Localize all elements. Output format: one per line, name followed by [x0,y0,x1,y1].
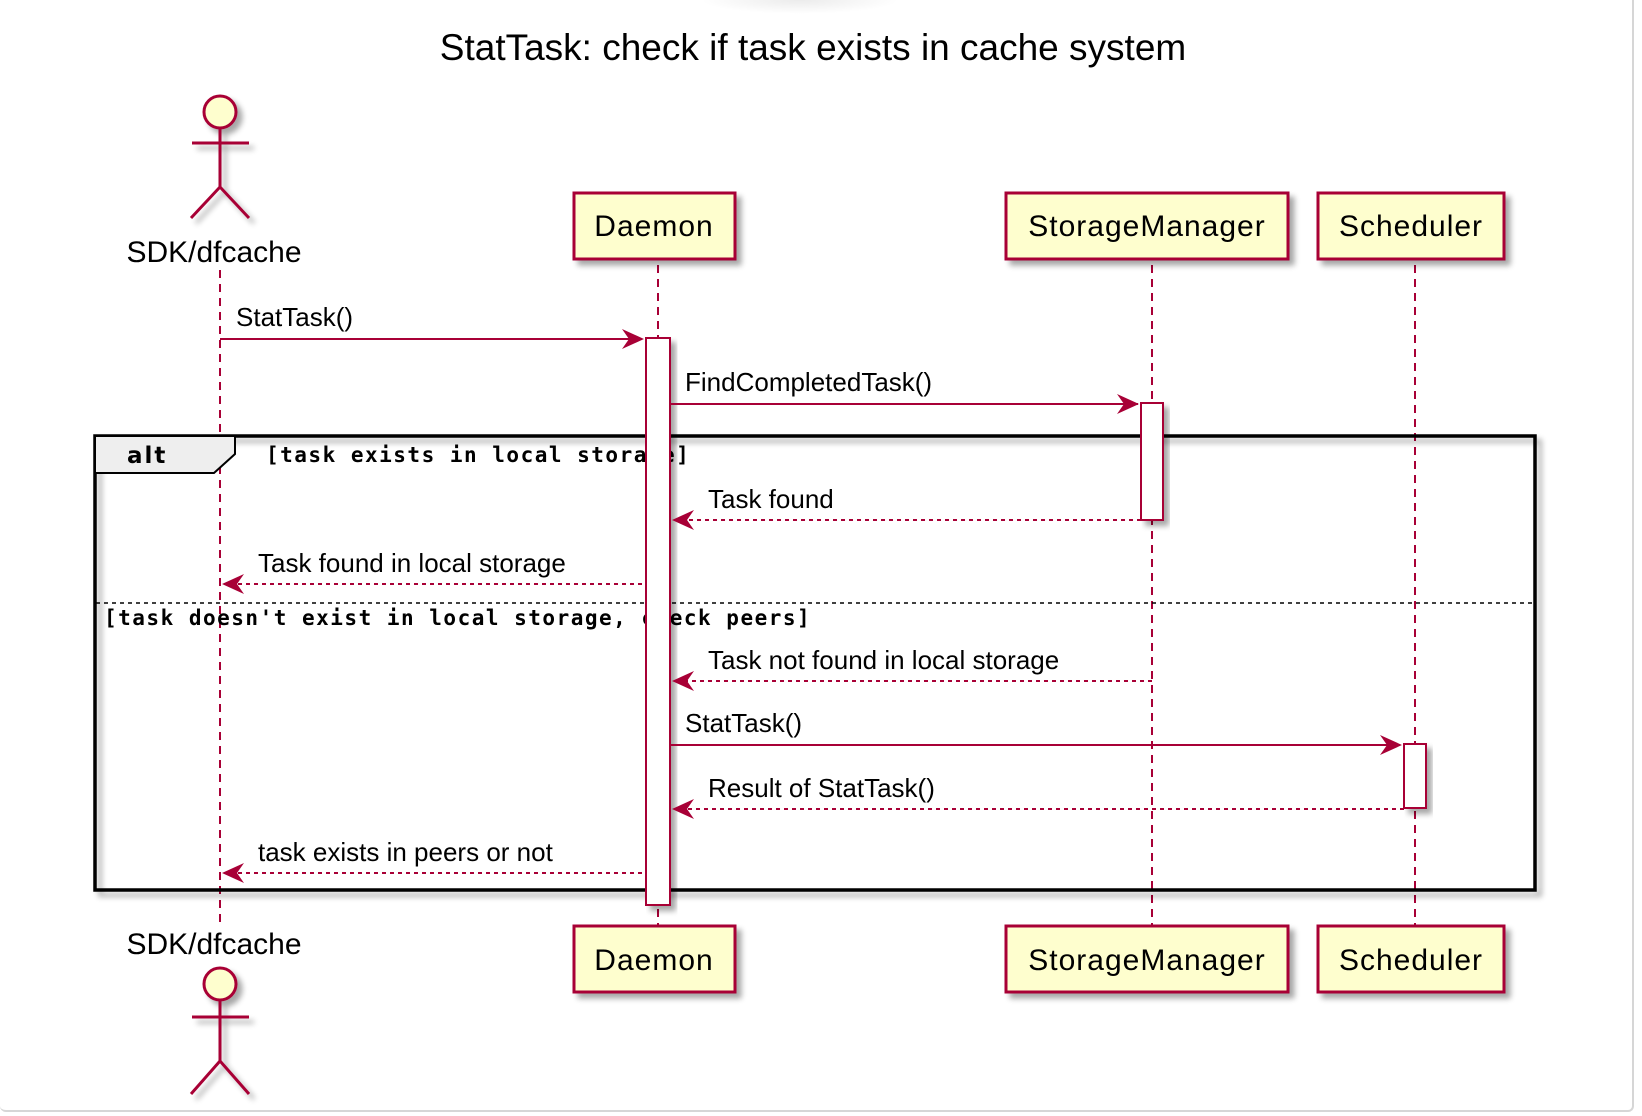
actor-icon [202,94,238,130]
sequence-diagram: StatTask: check if task exists in cache … [93,27,1537,1095]
diagram-title: StatTask: check if task exists in cache … [440,27,1186,68]
participant-label-sdk-top: SDK/dfcache [126,236,301,269]
message-stattask: StatTask() [220,302,644,349]
participant-label-daemon-bottom: Daemon [594,944,713,977]
message-label: Result of StatTask() [708,773,935,803]
alt-condition-1: [task exists in local storage] [266,443,690,467]
bottom-participants: SDK/dfcache Daemon StorageManager Schedu… [126,924,1506,1095]
message-findcompletedtask: FindCompletedTask() [670,367,1139,414]
participant-label-scheduler-top: Scheduler [1339,210,1483,243]
activation-daemon [645,337,671,906]
message-label: StatTask() [236,302,353,332]
participant-label-daemon-top: Daemon [594,210,713,243]
participant-label-sdk-bottom: SDK/dfcache [126,928,301,961]
message-task-exists-peers: task exists in peers or not [222,837,642,883]
messages: StatTask() FindCompletedTask() Task foun… [220,302,1404,883]
alt-condition-2: [task doesn't exist in local storage, ch… [104,606,811,630]
lifelines [219,265,1416,925]
activation-storagemanager [1140,402,1164,521]
message-stattask-scheduler: StatTask() [670,708,1402,755]
activation-scheduler [1403,743,1427,809]
message-label: Task found in local storage [258,548,566,578]
message-result-stattask: Result of StatTask() [672,773,1404,819]
participant-label-scheduler-bottom: Scheduler [1339,944,1483,977]
actor-icon [202,966,238,1002]
message-task-found: Task found [672,484,1141,530]
message-label: StatTask() [685,708,802,738]
participant-label-storagemanager-bottom: StorageManager [1028,944,1265,977]
message-label: task exists in peers or not [258,837,554,867]
participant-label-storagemanager-top: StorageManager [1028,210,1265,243]
actor-sdk-top [189,94,251,220]
message-label: FindCompletedTask() [685,367,932,397]
alt-keyword: alt [127,443,167,469]
message-label: Task found [708,484,834,514]
actor-sdk-bottom [189,966,251,1095]
top-participants: SDK/dfcache Daemon StorageManager Schedu… [126,94,1506,269]
message-label: Task not found in local storage [708,645,1059,675]
message-task-not-found: Task not found in local storage [672,645,1152,691]
message-task-found-local: Task found in local storage [222,548,642,594]
